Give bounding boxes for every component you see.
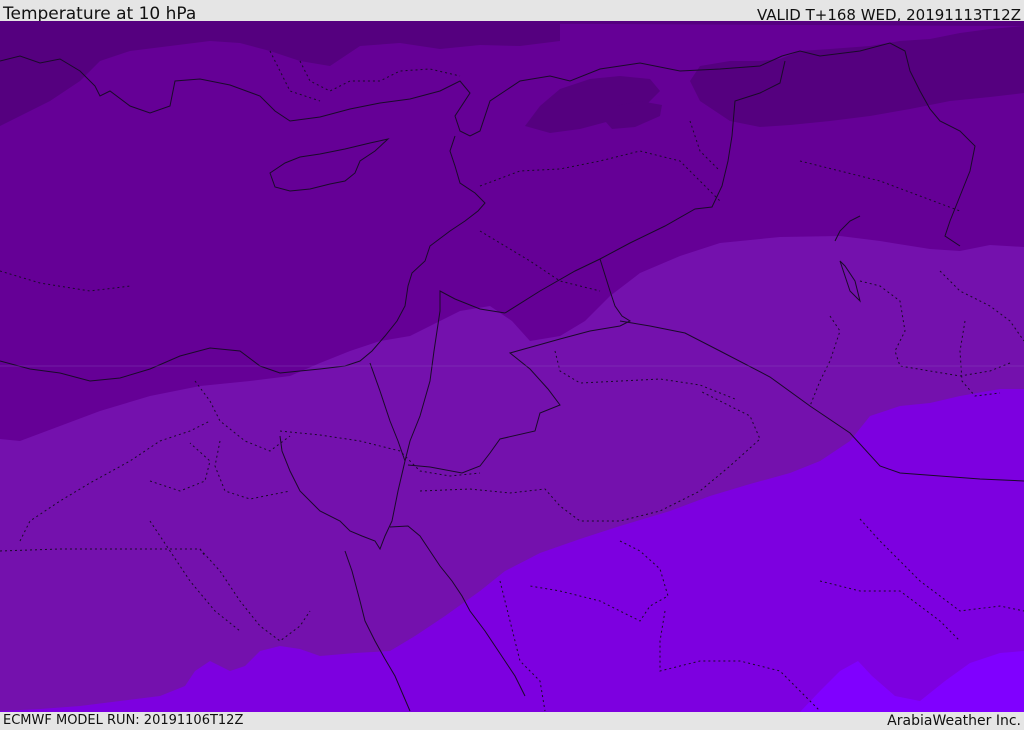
- credit-label: ArabiaWeather Inc.: [887, 713, 1021, 729]
- model-run-label: ECMWF MODEL RUN: 20191106T12Z: [3, 713, 244, 728]
- footer-bar: ECMWF MODEL RUN: 20191106T12Z ArabiaWeat…: [0, 712, 1024, 729]
- map-canvas[interactable]: [0, 21, 1024, 712]
- header-bar: Temperature at 10 hPa VALID T+168 WED, 2…: [0, 0, 1024, 24]
- map-svg: [0, 21, 1024, 712]
